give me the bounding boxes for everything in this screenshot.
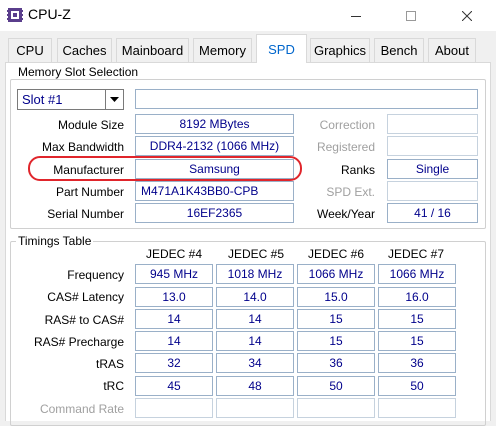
timings-cell: 14 xyxy=(135,309,213,329)
timings-cell xyxy=(135,398,213,418)
memory-slot-group-title: Memory Slot Selection xyxy=(16,65,141,79)
slot-select-value: Slot #1 xyxy=(22,92,63,107)
week-year-label: Week/Year xyxy=(316,207,375,221)
title-bar: CPU-Z xyxy=(0,0,496,31)
tab-spd[interactable]: SPD xyxy=(256,34,307,63)
timings-cell: 14 xyxy=(216,331,294,351)
timings-cell xyxy=(297,398,375,418)
max-bandwidth-label: Max Bandwidth xyxy=(41,140,124,154)
timings-col-header: JEDEC #5 xyxy=(227,247,285,261)
serial-number-label: Serial Number xyxy=(47,207,124,221)
timings-cell: 45 xyxy=(135,376,213,396)
ranks-label: Ranks xyxy=(340,163,375,177)
minimize-icon xyxy=(351,15,361,17)
ranks-value: Single xyxy=(387,159,478,179)
timings-row-label: Command Rate xyxy=(39,402,124,416)
chevron-down-icon[interactable] xyxy=(105,90,123,109)
registered-label: Registered xyxy=(316,140,375,154)
timings-cell: 14.0 xyxy=(216,287,294,307)
timings-cell: 1018 MHz xyxy=(216,264,294,284)
tab-caches[interactable]: Caches xyxy=(57,38,112,62)
manufacturer-label: Manufacturer xyxy=(53,163,124,177)
tab-graphics[interactable]: Graphics xyxy=(310,38,370,62)
timings-cell: 48 xyxy=(216,376,294,396)
timings-cell: 32 xyxy=(135,353,213,373)
close-button[interactable] xyxy=(444,0,490,31)
timings-col-header: JEDEC #6 xyxy=(307,247,365,261)
timings-cell: 50 xyxy=(297,376,375,396)
registered-value xyxy=(387,136,478,156)
timings-group-title: Timings Table xyxy=(16,234,94,248)
timings-col-header: JEDEC #7 xyxy=(387,247,445,261)
timings-cell xyxy=(216,398,294,418)
timings-row-label: Frequency xyxy=(67,268,124,282)
minimize-button[interactable] xyxy=(333,0,379,31)
week-year-value: 41 / 16 xyxy=(387,203,478,223)
timings-cell: 50 xyxy=(378,376,456,396)
timings-cell: 36 xyxy=(297,353,375,373)
maximize-button[interactable] xyxy=(388,0,434,31)
manufacturer-value: Samsung xyxy=(135,159,294,179)
tab-cpu[interactable]: CPU xyxy=(8,38,52,62)
window-title: CPU-Z xyxy=(28,6,71,22)
spd-ext-value xyxy=(387,181,478,201)
timings-row-label: tRC xyxy=(103,379,124,393)
timings-cell xyxy=(378,398,456,418)
module-size-value: 8192 MBytes xyxy=(135,114,294,134)
memory-type-field xyxy=(135,89,478,109)
timings-cell: 15 xyxy=(378,331,456,351)
tab-memory[interactable]: Memory xyxy=(193,38,252,62)
tab-mainboard[interactable]: Mainboard xyxy=(116,38,189,62)
cpu-z-app-icon xyxy=(7,7,23,23)
module-size-label: Module Size xyxy=(57,118,124,132)
tab-about[interactable]: About xyxy=(428,38,476,62)
timings-cell: 1066 MHz xyxy=(297,264,375,284)
correction-label: Correction xyxy=(319,118,375,132)
timings-cell: 14 xyxy=(216,309,294,329)
timings-cell: 15 xyxy=(378,309,456,329)
timings-cell: 945 MHz xyxy=(135,264,213,284)
maximize-icon xyxy=(406,10,416,21)
tab-bench[interactable]: Bench xyxy=(374,38,424,62)
serial-number-value: 16EF2365 xyxy=(135,203,294,223)
timings-cell: 15.0 xyxy=(297,287,375,307)
part-number-value: M471A1K43BB0-CPB xyxy=(135,181,294,201)
timings-cell: 14 xyxy=(135,331,213,351)
timings-cell: 1066 MHz xyxy=(378,264,456,284)
timings-cell: 16.0 xyxy=(378,287,456,307)
timings-row-label: RAS# to CAS# xyxy=(44,313,124,327)
timings-cell: 13.0 xyxy=(135,287,213,307)
close-icon xyxy=(462,10,472,21)
timings-row-label: CAS# Latency xyxy=(47,290,124,304)
correction-value xyxy=(387,114,478,134)
timings-col-header: JEDEC #4 xyxy=(145,247,203,261)
timings-cell: 34 xyxy=(216,353,294,373)
timings-cell: 36 xyxy=(378,353,456,373)
spd-ext-label: SPD Ext. xyxy=(326,185,375,199)
timings-cell: 15 xyxy=(297,309,375,329)
timings-row-label: RAS# Precharge xyxy=(33,335,124,349)
timings-row-label: tRAS xyxy=(95,357,124,371)
slot-select[interactable]: Slot #1 xyxy=(17,89,124,110)
timings-cell: 15 xyxy=(297,331,375,351)
max-bandwidth-value: DDR4-2132 (1066 MHz) xyxy=(135,136,294,156)
part-number-label: Part Number xyxy=(55,185,124,199)
